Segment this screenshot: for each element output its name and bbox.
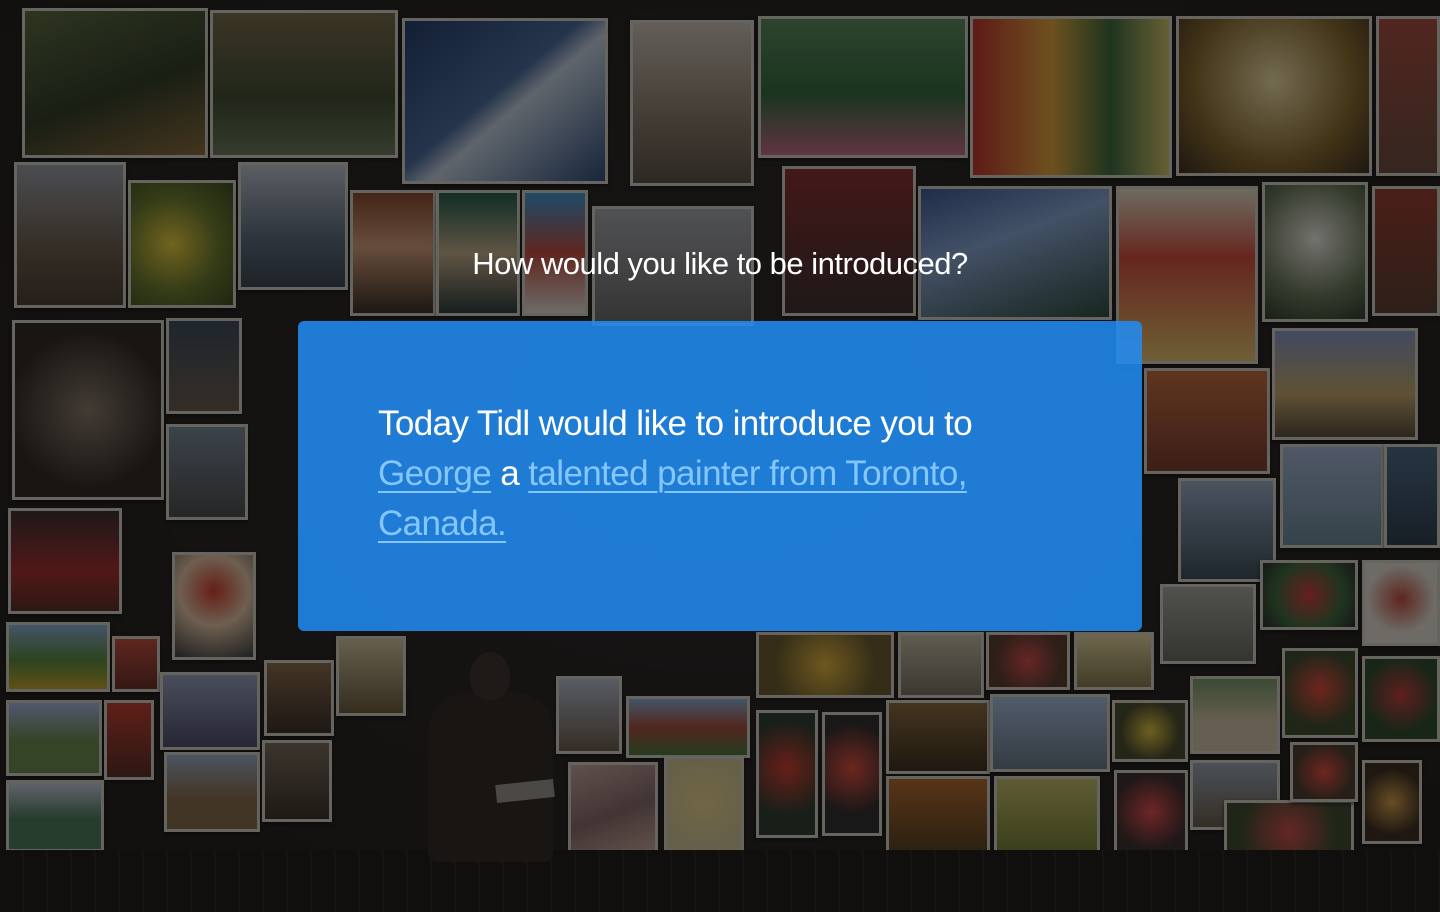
introduction-lead-text: Today Tidl would like to introduce you t… xyxy=(378,404,973,443)
introduction-sentence: Today Tidl would like to introduce you t… xyxy=(378,399,1038,549)
introduction-screen: How would you like to be introduced? Tod… xyxy=(0,0,1440,912)
introduction-connector-text: a xyxy=(491,454,529,493)
name-fill-in-link[interactable]: George xyxy=(378,454,492,493)
introduction-card: Today Tidl would like to introduce you t… xyxy=(298,321,1142,631)
introduction-question: How would you like to be introduced? xyxy=(472,246,968,281)
